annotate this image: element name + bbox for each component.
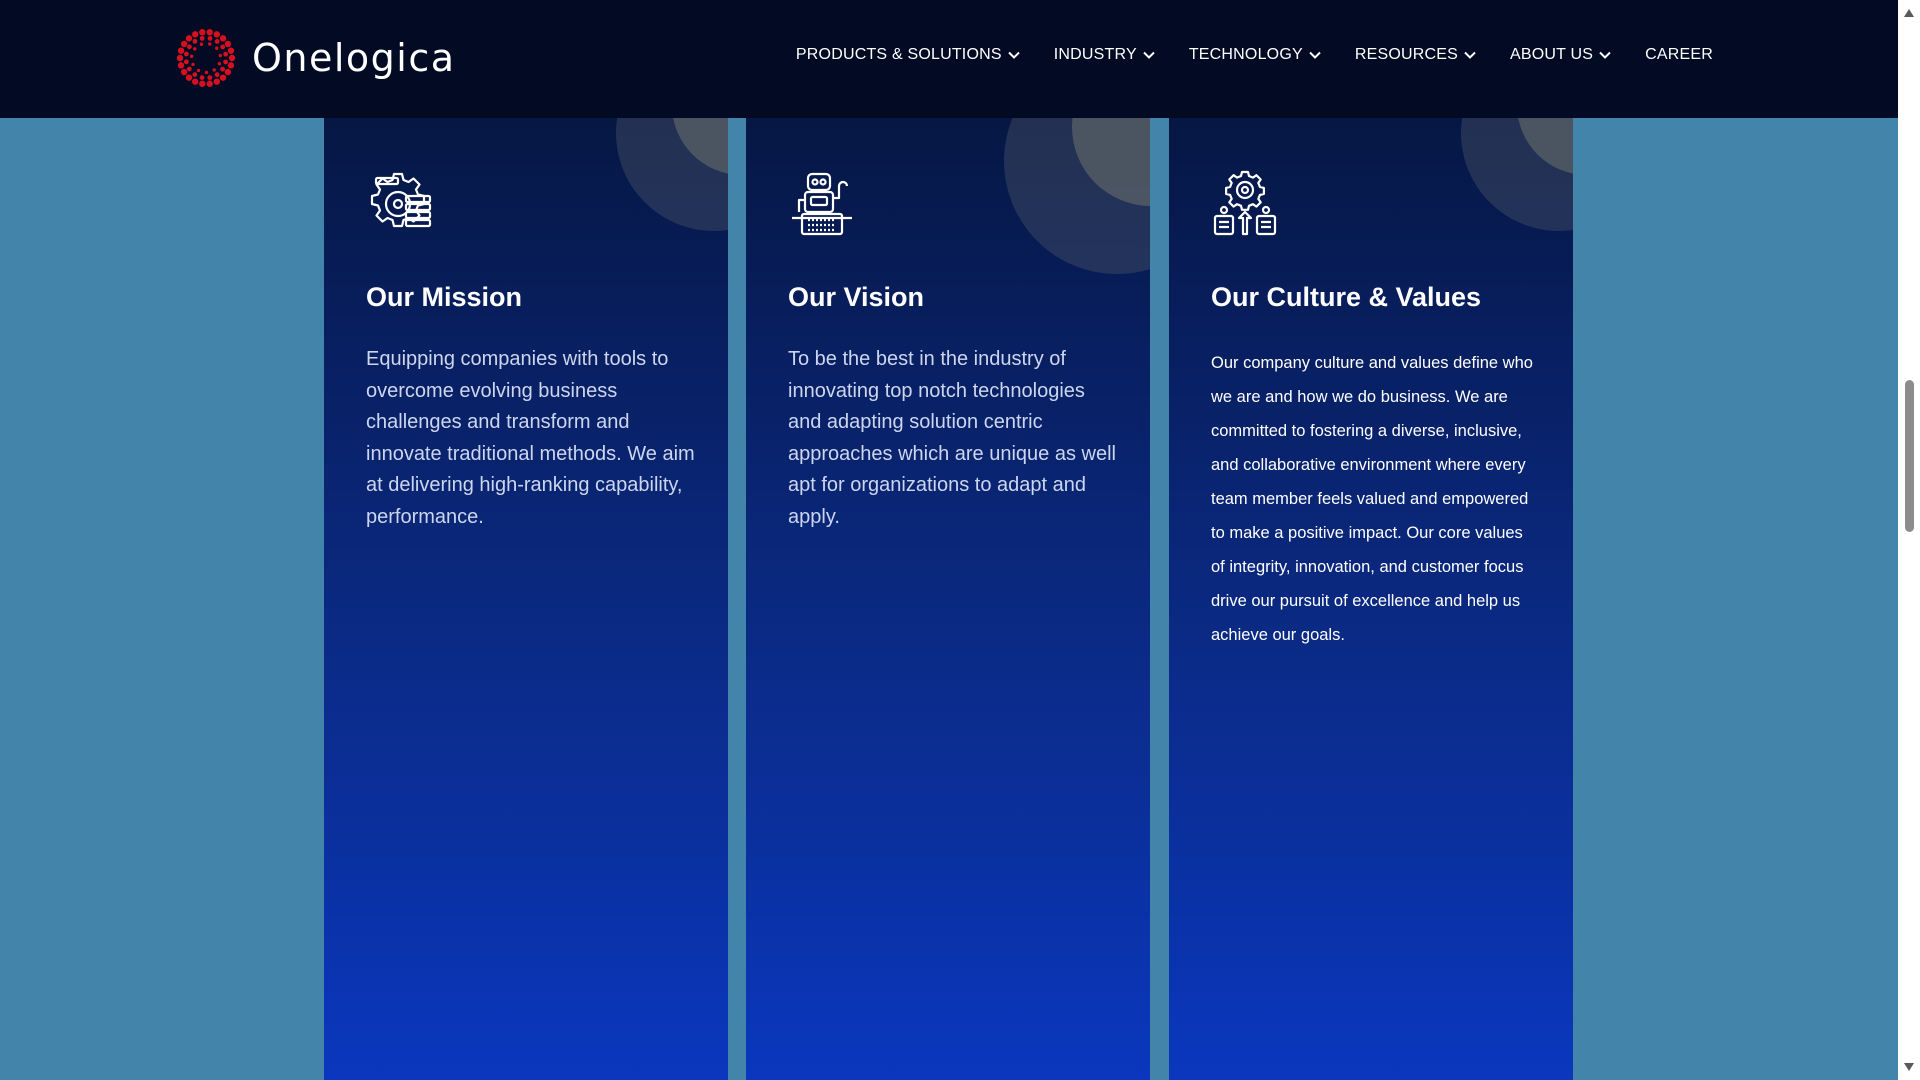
nav-products-solutions[interactable]: PRODUCTS & SOLUTIONS bbox=[796, 46, 1020, 64]
chevron-down-icon bbox=[1309, 51, 1321, 59]
card-body: Our company culture and values define wh… bbox=[1211, 354, 1533, 644]
vertical-scrollbar[interactable] bbox=[1898, 0, 1920, 1080]
nav-label: RESOURCES bbox=[1354, 46, 1458, 63]
chevron-down-icon bbox=[1464, 51, 1476, 59]
logo[interactable]: Onelogica bbox=[176, 28, 456, 88]
nav-label: PRODUCTS & SOLUTIONS bbox=[795, 46, 1002, 63]
brand-name: Onelogica bbox=[252, 36, 456, 80]
chevron-down-icon bbox=[1008, 51, 1020, 59]
scroll-up-arrow-icon[interactable] bbox=[1903, 8, 1915, 18]
card-title: Our Mission bbox=[366, 282, 523, 312]
culture-values-card: Our Culture & Values Our company culture… bbox=[1169, 118, 1573, 1080]
nav-technology[interactable]: TECHNOLOGY bbox=[1189, 46, 1321, 64]
scroll-down-arrow-icon[interactable] bbox=[1903, 1062, 1915, 1072]
chevron-down-icon bbox=[1143, 51, 1155, 59]
nav-resources[interactable]: RESOURCES bbox=[1355, 46, 1476, 64]
nav-label: INDUSTRY bbox=[1053, 46, 1137, 63]
gear-cog-icon bbox=[370, 172, 432, 228]
scroll-thumb[interactable] bbox=[1905, 380, 1914, 532]
nav-industry[interactable]: INDUSTRY bbox=[1054, 46, 1155, 64]
card-title: Our Culture & Values bbox=[1211, 282, 1482, 312]
card-title: Our Vision bbox=[788, 282, 925, 312]
nav-career[interactable]: CAREER bbox=[1645, 46, 1713, 64]
main-nav: PRODUCTS & SOLUTIONS INDUSTRY TECHNOLOGY… bbox=[796, 46, 1713, 64]
site-header: Onelogica PRODUCTS & SOLUTIONS INDUSTRY … bbox=[0, 0, 1898, 118]
card-body: To be the best in the industry of innova… bbox=[788, 348, 1116, 528]
nav-label: CAREER bbox=[1645, 46, 1713, 63]
mission-card: Our Mission Equipping companies with too… bbox=[324, 118, 728, 1080]
gear-team-icon bbox=[1213, 170, 1277, 236]
robot-icon bbox=[792, 172, 852, 236]
chevron-down-icon bbox=[1599, 51, 1611, 59]
nav-label: ABOUT US bbox=[1510, 46, 1594, 63]
page: Onelogica PRODUCTS & SOLUTIONS INDUSTRY … bbox=[0, 0, 1920, 1080]
vision-card: Our Vision To be the best in the industr… bbox=[746, 118, 1150, 1080]
nav-about-us[interactable]: ABOUT US bbox=[1510, 46, 1611, 64]
nav-label: TECHNOLOGY bbox=[1188, 46, 1303, 63]
card-body: Equipping companies with tools to overco… bbox=[366, 348, 695, 528]
logo-mark-icon bbox=[176, 29, 236, 87]
